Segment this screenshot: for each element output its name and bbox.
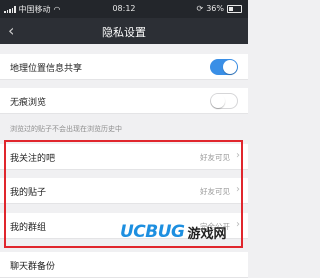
toggle-knob: [211, 94, 225, 108]
battery-icon: [227, 4, 242, 13]
status-bar: 中国移动 ◠ 08:12 ⟳ 36%: [0, 0, 248, 18]
setting-chat-backup[interactable]: 聊天群备份: [0, 252, 248, 278]
nav-bar: ‹ 隐私设置: [0, 18, 248, 44]
lock-rotation-icon: ⟳: [196, 4, 204, 13]
setting-location-sharing[interactable]: 地理位置信息共享: [0, 54, 248, 80]
location-sharing-label: 地理位置信息共享: [10, 64, 83, 74]
watermark-latin: UCBUG: [120, 222, 185, 242]
watermark-chinese: 游戏网: [187, 226, 227, 242]
chat-backup-label: 聊天群备份: [10, 262, 56, 272]
setting-incognito[interactable]: 无痕浏览: [0, 88, 248, 114]
incognito-note: 浏览过的贴子不会出现在浏览历史中: [10, 125, 122, 133]
status-right: ⟳ 36%: [197, 4, 242, 13]
page-title: 隐私设置: [102, 26, 146, 39]
location-sharing-toggle[interactable]: [210, 59, 238, 75]
toggle-knob: [223, 60, 237, 74]
incognito-toggle[interactable]: [210, 93, 238, 109]
battery-percent: 36%: [206, 4, 224, 13]
watermark: UCBUG 游戏网: [120, 222, 227, 242]
incognito-label: 无痕浏览: [10, 98, 47, 108]
